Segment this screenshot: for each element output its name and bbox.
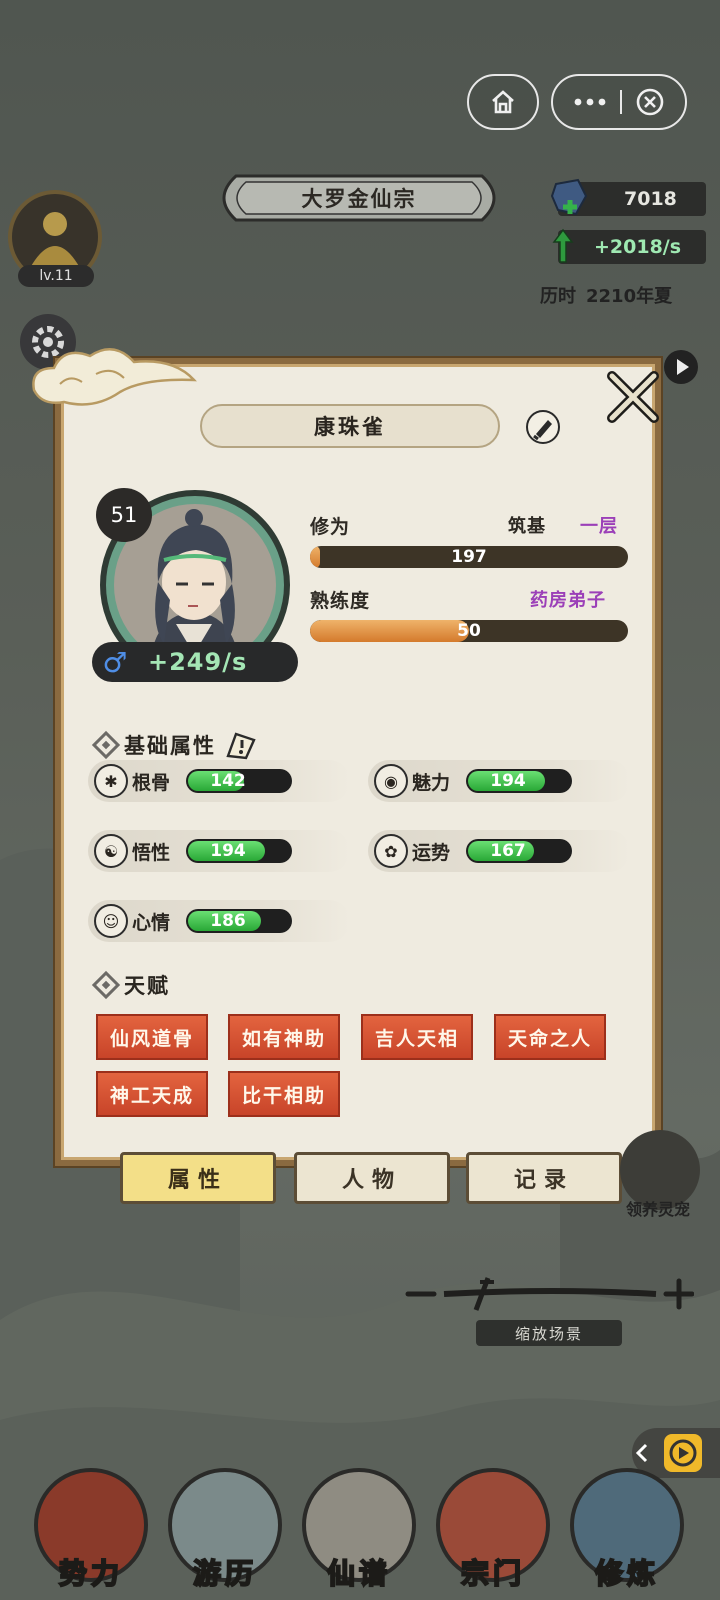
diamond-icon xyxy=(91,730,121,760)
nav-label: 游历 xyxy=(192,1556,257,1591)
attribute-value: 194 xyxy=(490,771,526,791)
realm-stage: 一层 xyxy=(580,516,618,537)
game-time: 历时 2210年夏 xyxy=(540,282,708,308)
nav-travel[interactable]: 游历 xyxy=(160,1468,290,1600)
talent-tag[interactable]: 神工天成 xyxy=(96,1071,208,1117)
proficiency-value: 50 xyxy=(457,621,481,641)
bone-icon: ✱ xyxy=(94,764,128,798)
attributes-title: 基础属性 xyxy=(124,734,216,758)
attributes-section-title: 基础属性 xyxy=(91,730,258,760)
talents-section-title: 天赋 xyxy=(91,970,170,1000)
mood-icon: ☺ xyxy=(94,904,128,938)
tab-character[interactable]: 人物 xyxy=(294,1152,450,1204)
zoom-label: 缩放场景 xyxy=(476,1320,622,1346)
nav-label: 修炼 xyxy=(594,1556,659,1591)
time-value: 2210年夏 xyxy=(586,286,673,307)
attribute-comprehension: ☯ 悟性 194 xyxy=(88,830,350,872)
diamond-icon xyxy=(91,970,121,1000)
nav-immortal-register[interactable]: 仙谱 xyxy=(294,1468,424,1600)
attribute-value: 142 xyxy=(210,771,246,791)
attribute-value: 167 xyxy=(490,841,526,861)
cultivation-label: 修为 xyxy=(310,516,351,538)
talent-tag[interactable]: 比干相助 xyxy=(228,1071,340,1117)
attribute-mood: ☺ 心情 186 xyxy=(88,900,350,942)
nav-label: 仙谱 xyxy=(326,1556,391,1591)
male-icon: ♂ xyxy=(102,645,128,679)
home-button[interactable] xyxy=(467,74,539,130)
income-rate-bar: +2018/s xyxy=(558,230,706,264)
play-icon xyxy=(677,359,689,375)
player-level: lv.11 xyxy=(18,265,94,287)
age-badge: 51 xyxy=(96,488,152,542)
attribute-bar: 194 xyxy=(466,769,572,793)
sect-name: 大罗金仙宗 xyxy=(301,187,417,211)
attribute-label: 运势 xyxy=(412,841,451,864)
income-rate: +2018/s xyxy=(594,236,682,258)
talents-title: 天赋 xyxy=(124,974,170,998)
attribute-bar: 186 xyxy=(186,909,292,933)
realm-label: 筑基 xyxy=(508,516,546,537)
talent-tag[interactable]: 如有神助 xyxy=(228,1014,340,1060)
info-hand-icon[interactable] xyxy=(224,730,258,760)
arrow-up-icon xyxy=(552,228,574,263)
attribute-root-bone: ✱ 根骨 142 xyxy=(88,760,350,802)
tab-records[interactable]: 记录 xyxy=(466,1152,622,1204)
proficiency-bar: 50 xyxy=(310,620,628,642)
zoom-slider[interactable] xyxy=(404,1276,694,1312)
nav-label: 宗门 xyxy=(460,1556,525,1591)
proficiency-label: 熟练度 xyxy=(310,590,371,612)
attribute-label: 悟性 xyxy=(132,841,171,864)
cultivation-bar: 197 xyxy=(310,546,628,568)
adopt-pet-label: 领养灵宠 xyxy=(626,1200,691,1219)
nav-label: 势力 xyxy=(58,1556,123,1591)
attribute-bar: 194 xyxy=(186,839,292,863)
attribute-bar: 142 xyxy=(186,769,292,793)
time-label: 历时 xyxy=(540,286,576,307)
attribute-luck: ✿ 运势 167 xyxy=(368,830,630,872)
cultivation-value: 197 xyxy=(451,547,487,567)
capsule-menu xyxy=(551,74,687,130)
clover-icon: ✿ xyxy=(374,834,408,868)
capsule-divider xyxy=(619,90,622,114)
spirit-stone-icon xyxy=(550,178,588,216)
cultivation-rate: +249/s xyxy=(148,648,248,676)
spirit-stone-value: 7018 xyxy=(624,188,677,210)
attribute-value: 186 xyxy=(210,911,246,931)
attribute-bar: 167 xyxy=(466,839,572,863)
brush-icon xyxy=(533,420,552,441)
proficiency-rank: 药房弟子 xyxy=(530,590,606,611)
attribute-value: 194 xyxy=(210,841,246,861)
talent-tag[interactable]: 天命之人 xyxy=(494,1014,606,1060)
attribute-label: 心情 xyxy=(132,911,171,934)
talent-tag[interactable]: 吉人天相 xyxy=(361,1014,473,1060)
play-button[interactable] xyxy=(664,350,698,384)
tab-attributes[interactable]: 属性 xyxy=(120,1152,276,1204)
cloud-ornament-icon xyxy=(32,348,197,406)
meditation-icon: ☯ xyxy=(94,834,128,868)
rename-button[interactable] xyxy=(526,410,560,444)
attribute-label: 根骨 xyxy=(132,771,171,794)
home-icon xyxy=(492,90,514,114)
attribute-charm: ◉ 魅力 194 xyxy=(368,760,630,802)
nav-faction[interactable]: 势力 xyxy=(26,1468,156,1600)
attribute-label: 魅力 xyxy=(412,771,451,794)
sect-name-banner[interactable]: 大罗金仙宗 xyxy=(206,170,512,226)
nav-sect[interactable]: 宗门 xyxy=(428,1468,558,1600)
nav-cultivate[interactable]: 修炼 xyxy=(562,1468,692,1600)
cultivation-rate-pill: ♂ +249/s xyxy=(92,642,298,682)
more-icon[interactable] xyxy=(573,97,607,107)
charm-icon: ◉ xyxy=(374,764,408,798)
close-circle-icon[interactable] xyxy=(635,87,665,117)
character-name: 康珠雀 xyxy=(200,404,500,448)
talent-tag[interactable]: 仙风道骨 xyxy=(96,1014,208,1060)
close-button[interactable] xyxy=(606,370,660,424)
